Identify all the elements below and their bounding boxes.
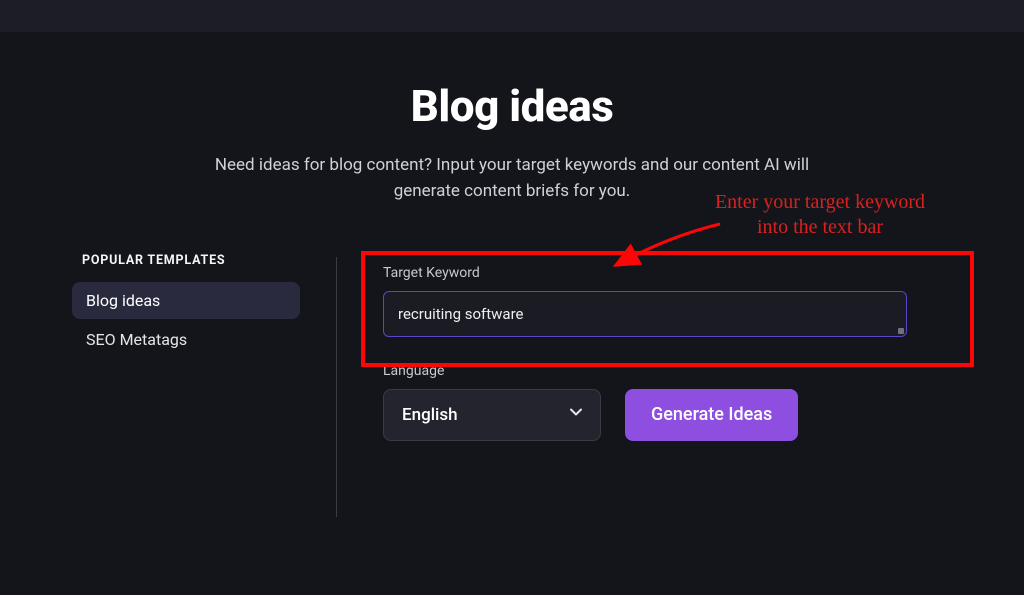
- language-label: Language: [383, 363, 601, 379]
- sidebar-item-label: Blog ideas: [86, 291, 160, 310]
- page-header: Blog ideas Need ideas for blog content? …: [182, 80, 842, 205]
- language-select[interactable]: English: [383, 389, 601, 441]
- language-block: Language English: [383, 363, 601, 441]
- sidebar: POPULAR TEMPLATES Blog ideas SEO Metatag…: [72, 253, 300, 517]
- chevron-down-icon: [568, 404, 584, 425]
- sidebar-item-blog-ideas[interactable]: Blog ideas: [72, 282, 300, 319]
- target-keyword-input[interactable]: [383, 291, 907, 337]
- top-bar: [0, 0, 1024, 32]
- vertical-divider: [336, 257, 337, 517]
- content-row: POPULAR TEMPLATES Blog ideas SEO Metatag…: [0, 253, 1024, 517]
- form-row-2: Language English Generate Ideas: [383, 363, 984, 441]
- language-selected-value: English: [402, 405, 458, 425]
- sidebar-list: Blog ideas SEO Metatags: [72, 282, 300, 358]
- sidebar-item-label: SEO Metatags: [86, 330, 187, 349]
- annotation-text: Enter your target keyword into the text …: [700, 190, 940, 240]
- sidebar-heading: POPULAR TEMPLATES: [82, 253, 300, 268]
- page: Blog ideas Need ideas for blog content? …: [0, 80, 1024, 517]
- resize-handle-icon[interactable]: [898, 328, 904, 334]
- target-keyword-label: Target Keyword: [383, 265, 984, 281]
- generate-ideas-button[interactable]: Generate Ideas: [625, 389, 798, 441]
- sidebar-item-seo-metatags[interactable]: SEO Metatags: [72, 321, 300, 358]
- page-title: Blog ideas: [182, 80, 842, 132]
- generate-button-label: Generate Ideas: [651, 404, 772, 425]
- form-panel: Target Keyword Language English Gener: [365, 253, 984, 517]
